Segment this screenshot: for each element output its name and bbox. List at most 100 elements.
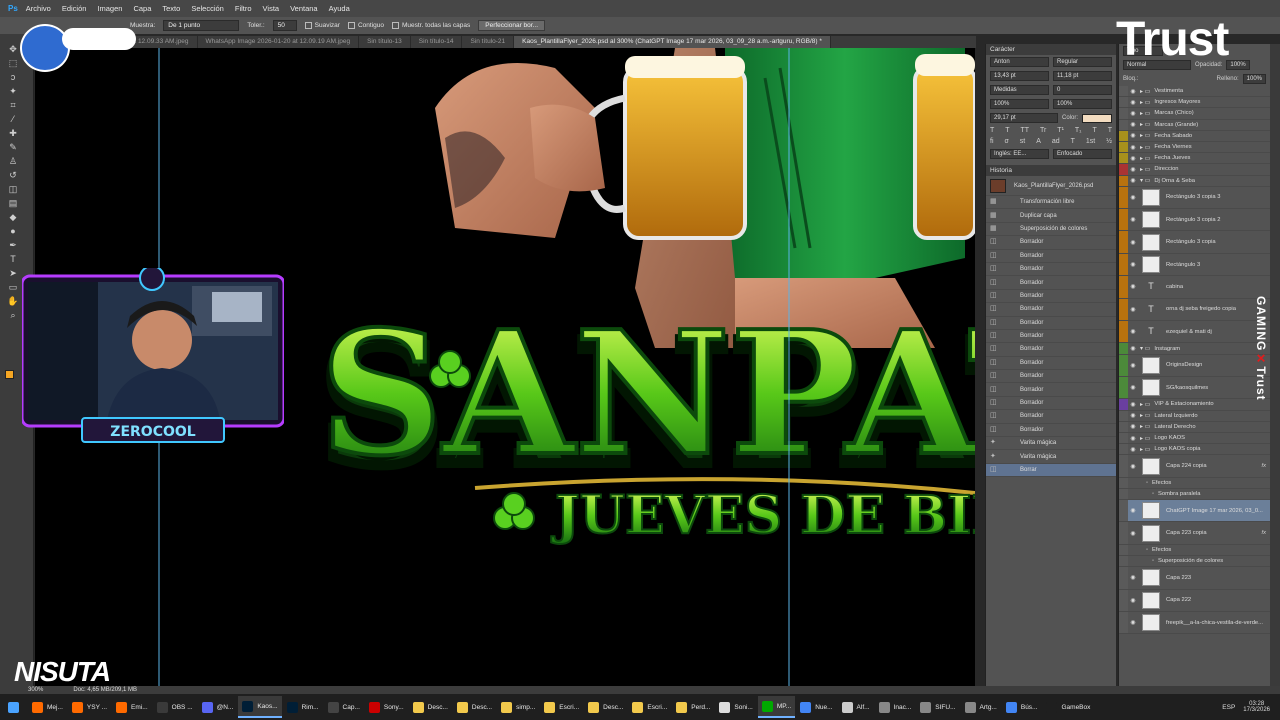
history-item[interactable]: ◫ Borrador (986, 236, 1116, 250)
healing-tool-icon[interactable]: ✚ (7, 128, 19, 139)
keyboard-language[interactable]: ESP (1222, 704, 1235, 711)
pen-tool-icon[interactable]: ✒ (7, 240, 19, 251)
taskbar-app-button[interactable]: YSY ... (68, 696, 111, 718)
visibility-eye-icon[interactable]: ◉ (1128, 362, 1138, 369)
history-item[interactable]: ◫ Borrador (986, 250, 1116, 263)
layer-row[interactable]: ◉ Tcabina (1119, 276, 1270, 299)
layer-row[interactable]: ◉ Rectángulo 3 (1119, 253, 1270, 277)
visibility-eye-icon[interactable]: ◉ (1128, 530, 1138, 537)
opacity-input[interactable]: 100% (1226, 60, 1250, 70)
history-item[interactable]: ◫ Borrador (986, 357, 1116, 371)
history-item[interactable]: ◫ Borrador (986, 343, 1116, 357)
tab-doc-active[interactable]: Kaos_PlantillaFlyer_2026.psd al 300% (Ch… (514, 36, 831, 48)
move-tool-icon[interactable]: ✥ (7, 44, 19, 55)
tab-doc[interactable]: WhatsApp Image 2026-01-20 at 12.09.19 AM… (198, 36, 360, 48)
history-item[interactable]: ◫ Borrador (986, 397, 1116, 411)
ordinals-button[interactable]: 1st (1086, 138, 1095, 145)
folder-icon[interactable]: ▸ ▭ (1140, 88, 1150, 95)
taskbar-app-button[interactable]: Bús... (1002, 696, 1042, 718)
visibility-eye-icon[interactable]: ◉ (1128, 110, 1138, 117)
taskbar-app-button[interactable]: Rim... (283, 696, 323, 718)
hand-tool-icon[interactable]: ✋ (7, 296, 19, 307)
layer-row[interactable]: ◉ ▸ ▭ Ingresos Mayores (1119, 97, 1270, 109)
folder-icon[interactable]: ▸ ▭ (1140, 412, 1150, 419)
menu-seleccion[interactable]: Selección (191, 4, 224, 13)
layer-row[interactable]: ◉ Torna dj seba freigedo copia (1119, 298, 1270, 322)
font-family-select[interactable]: Anton (990, 57, 1049, 67)
folder-icon[interactable]: ▾ ▭ (1140, 177, 1150, 184)
visibility-eye-icon[interactable]: ◉ (1128, 99, 1138, 106)
taskbar-app-button[interactable]: Soni... (715, 696, 756, 718)
taskbar-app-button[interactable]: Sony... (365, 696, 408, 718)
layer-row[interactable]: ◦ Sombra paralela (1119, 488, 1270, 501)
ligature-button[interactable]: fi (990, 138, 994, 145)
history-item[interactable]: ◫ Borrador (986, 330, 1116, 344)
faux-bold-button[interactable]: T (990, 127, 994, 134)
layer-row[interactable]: ◉ ▸ ▭ Logo KAOS (1119, 432, 1270, 445)
visibility-eye-icon[interactable]: ◉ (1128, 412, 1138, 419)
layer-row[interactable]: ◉ ▸ ▭ Fecha Jueves (1119, 153, 1270, 165)
shape-tool-icon[interactable]: ▭ (7, 282, 19, 293)
menu-edicion[interactable]: Edición (62, 4, 87, 13)
layer-row[interactable]: ◉ ▸ ▭ Vestimenta (1119, 86, 1270, 98)
clock[interactable]: 03:28 17/3/2026 (1243, 701, 1270, 713)
taskbar-app-button[interactable]: @N... (198, 696, 238, 718)
tracking-input[interactable]: 0 (1053, 85, 1112, 95)
taskbar-app-button[interactable]: Cap... (324, 696, 364, 718)
history-item[interactable]: ◫ Borrador (986, 303, 1116, 317)
taskbar-app-button[interactable]: SIFU... (916, 696, 959, 718)
visibility-eye-icon[interactable]: ◉ (1128, 507, 1138, 514)
visibility-eye-icon[interactable]: ◉ (1128, 239, 1138, 246)
layer-row[interactable]: ◉ ▸ ▭ Direccion (1119, 164, 1270, 176)
horizontal-scale-input[interactable]: 100% (1053, 99, 1112, 109)
menu-vista[interactable]: Vista (263, 4, 280, 13)
taskbar-app-button[interactable]: MP... (757, 696, 796, 718)
language-select[interactable]: Inglés: EE... (990, 149, 1049, 159)
layer-row[interactable]: ◉ OriginsDesign (1119, 354, 1270, 377)
gradient-tool-icon[interactable]: ▤ (7, 198, 19, 209)
taskbar-app-button[interactable]: Desc... (584, 696, 627, 718)
foreground-color-swatch[interactable] (5, 370, 14, 379)
menu-imagen[interactable]: Imagen (97, 4, 122, 13)
menu-ayuda[interactable]: Ayuda (329, 4, 350, 13)
taskbar-app-button[interactable]: GameBox (1042, 696, 1094, 718)
visibility-eye-icon[interactable]: ◉ (1128, 435, 1138, 442)
taskbar-app-button[interactable]: Nue... (796, 696, 836, 718)
tab-doc[interactable]: Sin título-14 (411, 36, 463, 48)
layer-row[interactable]: ◉ ▾ ▭ Dj Orna & Seba (1119, 175, 1270, 187)
visibility-eye-icon[interactable]: ◉ (1128, 619, 1138, 626)
layer-row[interactable]: ◉ ▸ ▭ Marcas (Grande) (1119, 119, 1270, 131)
fx-icon[interactable]: fx (1261, 463, 1266, 469)
history-item[interactable]: ▦ Superposición de colores (986, 223, 1116, 237)
lasso-tool-icon[interactable]: ↄ (7, 72, 19, 83)
layer-row[interactable]: ◉ Capa 224 copia fx (1119, 455, 1270, 478)
layer-row[interactable]: ◉ ▸ ▭ Lateral Izquierdo (1119, 410, 1270, 422)
visibility-eye-icon[interactable]: ◉ (1128, 261, 1138, 268)
small-caps-button[interactable]: Tr (1040, 127, 1046, 134)
layer-row[interactable]: ◉ ▸ ▭ Lateral Derecho (1119, 421, 1270, 433)
layer-row[interactable]: ◉ ▾ ▭ Instagram (1119, 343, 1270, 355)
history-item[interactable]: ◫ Borrador (986, 383, 1116, 397)
history-item[interactable]: ✦ Varita mágica (986, 437, 1116, 451)
visibility-eye-icon[interactable]: ◉ (1128, 216, 1138, 223)
antialias-select[interactable]: Enfocado (1053, 149, 1112, 159)
contextual-alt-button[interactable]: σ (1004, 138, 1008, 145)
swash-button[interactable]: A (1036, 138, 1041, 145)
visibility-eye-icon[interactable]: ◉ (1128, 574, 1138, 581)
visibility-eye-icon[interactable]: ◉ (1128, 306, 1138, 313)
folder-icon[interactable]: ▸ ▭ (1140, 166, 1150, 173)
underline-button[interactable]: T (1092, 127, 1096, 134)
stylistic-alt-button[interactable]: ad (1052, 138, 1060, 145)
visibility-eye-icon[interactable]: ◉ (1128, 155, 1138, 162)
visibility-eye-icon[interactable]: ◉ (1128, 121, 1138, 128)
folder-icon[interactable]: ▸ ▭ (1140, 144, 1150, 151)
history-item[interactable]: ◫ Borrador (986, 317, 1116, 330)
visibility-eye-icon[interactable]: ◉ (1128, 177, 1138, 184)
zoom-tool-icon[interactable]: ⌕ (7, 310, 19, 321)
start-button[interactable] (4, 696, 27, 718)
folder-icon[interactable]: ▸ ▭ (1140, 401, 1150, 408)
layer-row[interactable]: ◦ Superposición de colores (1119, 556, 1270, 568)
folder-icon[interactable]: ▸ ▭ (1140, 446, 1150, 453)
visibility-eye-icon[interactable]: ◉ (1128, 132, 1138, 139)
history-item[interactable]: ◫ Borrador (986, 290, 1116, 304)
